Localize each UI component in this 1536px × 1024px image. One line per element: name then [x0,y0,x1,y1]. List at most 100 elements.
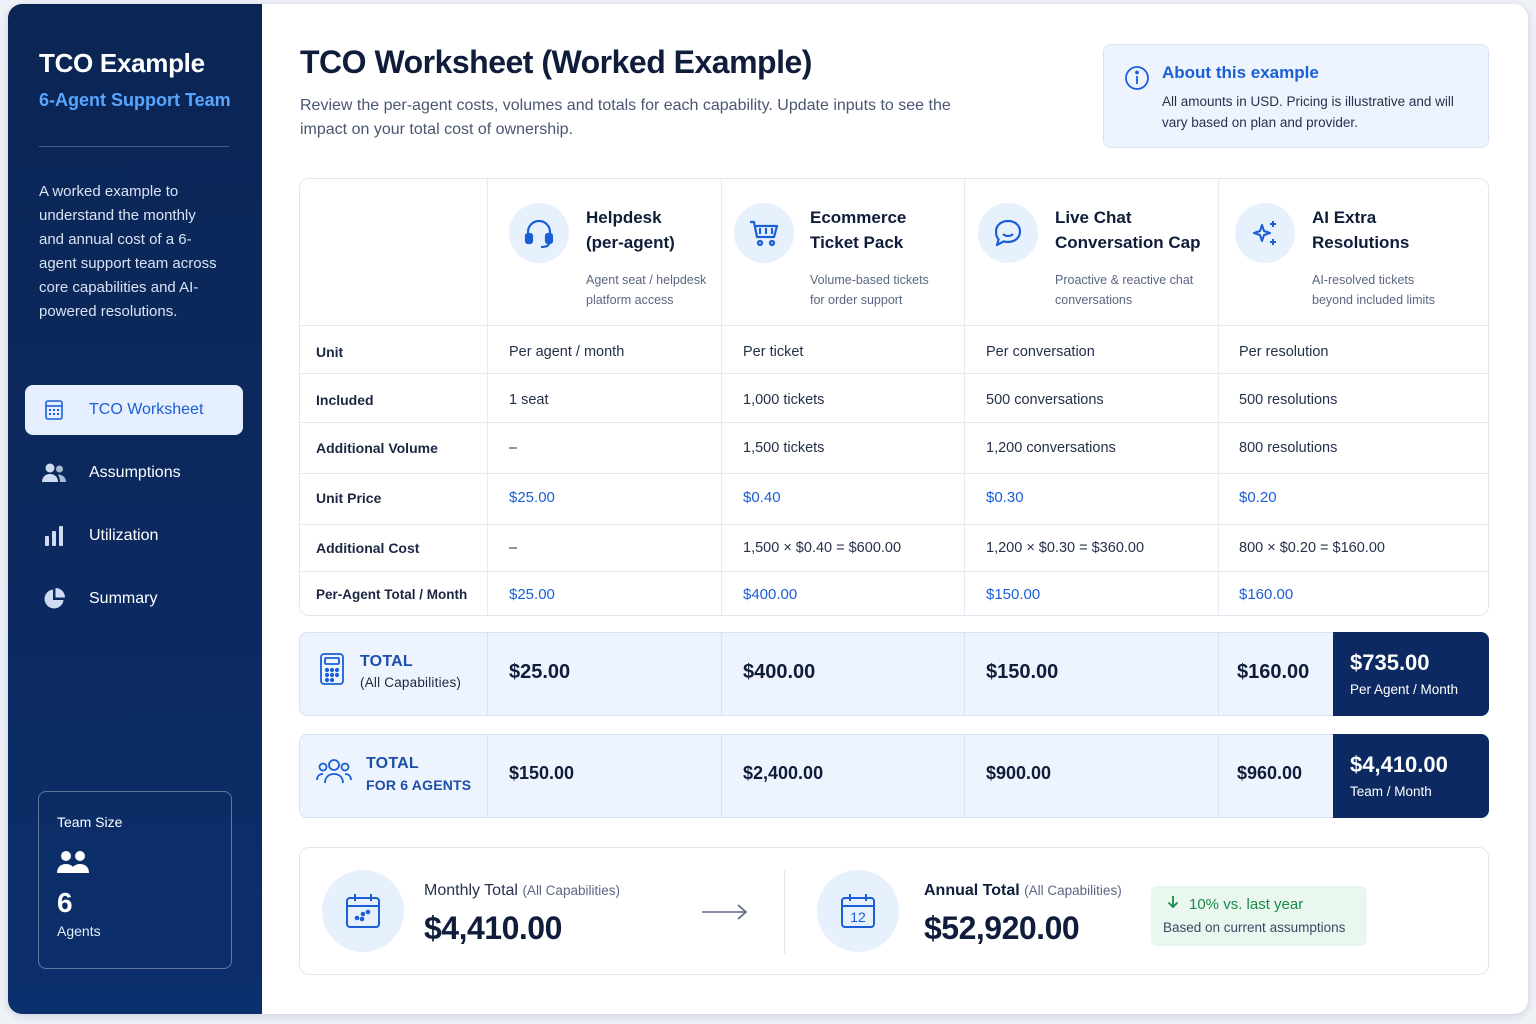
unit-price-input[interactable]: $0.30 [986,489,1024,506]
nav-utilization[interactable]: Utilization [25,511,243,561]
row-separator [300,325,1488,326]
table-cell: 800 resolutions [1239,440,1338,456]
calendar-day-icon: 12 [817,870,899,952]
column-divider [721,735,722,817]
row-label-included: Included [316,392,374,408]
about-title: About this example [1162,63,1319,82]
grand-total-unit: Per Agent / Month [1350,682,1459,697]
annual-label-text: Annual Total [924,882,1020,899]
total-label: TOTAL FOR 6 AGENTS [366,755,471,793]
table-cell: Per conversation [986,344,1095,360]
total-value: $900.00 [986,763,1052,783]
arrow-right-icon [700,902,750,927]
bar-chart-icon [41,523,67,549]
capability-description: Agent seat / helpdesk platform access [586,273,707,307]
annual-total-value: $52,920.00 [924,910,1080,946]
about-callout: About this example All amounts in USD. P… [1103,44,1489,148]
total-all-capabilities-row: TOTAL (All Capabilities) $25.00 $400.00 … [299,632,1489,716]
tco-table: Helpdesk (per-agent) Agent seat / helpdes… [299,178,1489,616]
monthly-total-label: Monthly Total (All Capabilities) [424,882,620,900]
nav-label: Assumptions [89,464,181,481]
capability-title: Live Chat Conversation Cap [1055,208,1201,252]
column-divider [487,633,488,715]
team-size-unit: Agents [57,923,101,939]
team-size-card: Team Size 6 Agents [38,791,232,969]
total-value: $25.00 [509,661,571,683]
column-divider [964,735,965,817]
table-cell: $400.00 [743,586,798,603]
unit-price-input[interactable]: $0.20 [1239,489,1277,506]
table-cell: 1,500 × $0.40 = $600.00 [743,540,902,556]
row-separator [300,473,1488,474]
grand-total-per-agent: $735.00 Per Agent / Month [1333,632,1489,716]
column-divider [1218,735,1219,817]
total-value: $160.00 [1237,661,1310,683]
grand-total-unit: Team / Month [1350,784,1432,799]
total-value: $150.00 [509,763,575,783]
sidebar-title: TCO Example [39,48,205,78]
table-cell: 800 × $0.20 = $160.00 [1239,540,1385,556]
column-divider [964,633,965,715]
grand-total-team: $4,410.00 Team / Month [1333,734,1489,818]
row-separator [300,422,1488,423]
team-icon [57,850,213,879]
nav-assumptions[interactable]: Assumptions [25,448,243,498]
row-label-per-agent-total: Per-Agent Total / Month [316,587,468,602]
row-separator [300,524,1488,525]
annual-label-note: (All Capabilities) [1024,883,1122,898]
users-icon [41,460,67,486]
grand-total-value: $735.00 [1350,650,1430,675]
nav-label: TCO Worksheet [89,401,204,418]
table-cell: 500 conversations [986,392,1104,408]
capability-title: Ecommerce Ticket Pack [810,208,907,252]
nav-label: Summary [89,590,158,607]
row-separator [300,571,1488,572]
row-label-unit: Unit [316,344,344,360]
table-cell: – [509,440,518,456]
total-value: $150.00 [986,661,1059,683]
total-title: TOTAL [360,653,413,670]
row-label-unit-price: Unit Price [316,490,382,506]
cart-icon [734,203,794,263]
nav-summary[interactable]: Summary [25,574,243,624]
table-cell: 1,500 tickets [743,440,825,456]
capability-description: AI-resolved tickets beyond included limit… [1312,273,1435,307]
table-cell: Per ticket [743,344,804,360]
total-value: $960.00 [1237,763,1303,783]
annual-total-label: Annual Total (All Capabilities) [924,882,1122,900]
monthly-total-value: $4,410.00 [424,910,562,946]
capability-title: AI Extra Resolutions [1312,208,1410,252]
total-for-agents-row: TOTAL FOR 6 AGENTS $150.00 $2,400.00 $90… [299,734,1489,818]
team-size-value: 6 [57,887,73,918]
table-cell: 1 seat [509,392,549,408]
row-separator [300,373,1488,374]
nav-tco-worksheet[interactable]: TCO Worksheet [25,385,243,435]
team-size-label: Team Size [57,814,123,830]
unit-price-input[interactable]: $25.00 [509,489,555,506]
capability-title: Helpdesk (per-agent) [586,208,675,252]
team-icon [316,757,352,790]
table-cell: – [509,540,518,556]
pie-chart-icon [41,586,67,612]
table-cell: 1,000 tickets [743,392,825,408]
summary-divider [784,870,785,954]
table-cell: $25.00 [509,586,555,603]
total-title: TOTAL [366,755,419,772]
calendar-icon [322,870,404,952]
monthly-label-text: Monthly Total [424,882,518,899]
unit-price-input[interactable]: $0.40 [743,489,781,506]
page-description: Review the per-agent costs, volumes and … [300,97,951,138]
table-cell: Per agent / month [509,344,625,360]
trend-badge: 10% vs. last year Based on current assum… [1151,886,1367,946]
capability-header-ai: AI Extra Resolutions AI-resolved tickets b… [1219,179,1489,325]
column-divider [487,735,488,817]
sidebar: TCO Example 6-Agent Support Team A worke… [8,4,262,1014]
capability-header-live-chat: Live Chat Conversation Cap Proactive & re… [965,179,1218,325]
calendar-day-number: 12 [850,909,866,925]
sidebar-subtitle: 6-Agent Support Team [39,90,231,110]
trend-note: Based on current assumptions [1163,920,1346,935]
arrow-down-icon [1167,895,1179,913]
total-label: TOTAL (All Capabilities) [360,653,461,690]
chat-icon [978,203,1038,263]
row-label-additional-volume: Additional Volume [316,440,438,456]
